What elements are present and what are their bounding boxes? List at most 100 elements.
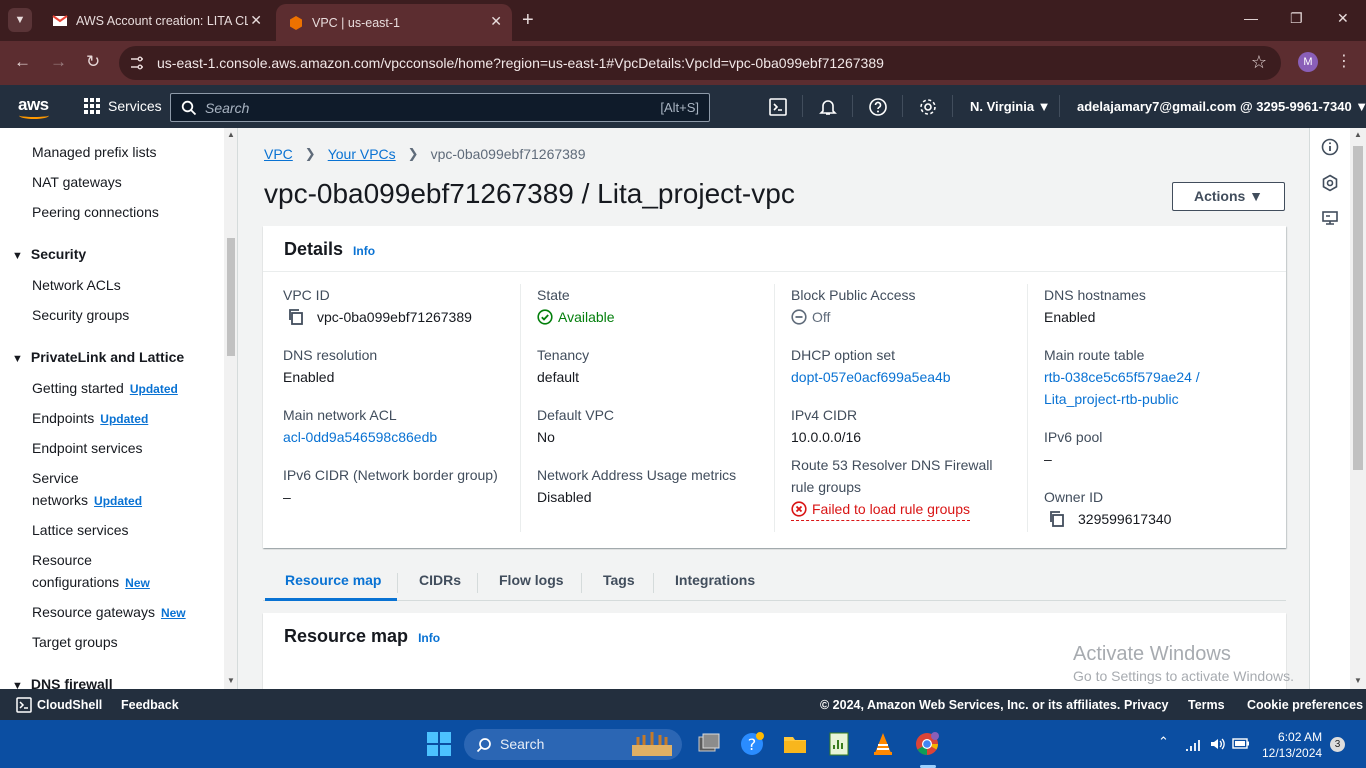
hexagon-settings-icon[interactable] — [1321, 174, 1339, 192]
windows-start-icon[interactable] — [426, 731, 452, 757]
wifi-signal-icon[interactable] — [1185, 737, 1201, 751]
privacy-link[interactable]: Privacy — [1124, 698, 1168, 712]
main-route-table-link-line1[interactable]: rtb-038ce5c65f579ae24 / — [1044, 366, 1200, 388]
file-explorer-icon[interactable] — [782, 731, 808, 757]
scroll-down-icon[interactable]: ▼ — [1354, 676, 1362, 685]
tab-integrations[interactable]: Integrations — [675, 572, 755, 588]
url-text: us-east-1.console.aws.amazon.com/vpccons… — [157, 55, 884, 71]
sidebar-item-network-acls[interactable]: Network ACLs — [32, 274, 121, 296]
sidebar-section-privatelink[interactable]: ▼ PrivateLink and Lattice — [12, 349, 184, 365]
notification-badge[interactable]: 3 — [1330, 737, 1345, 752]
profile-avatar[interactable]: M — [1298, 52, 1318, 72]
dhcp-option-set-link[interactable]: dopt-057e0acf699a5ea4b — [791, 366, 951, 388]
info-circle-icon[interactable] — [1321, 138, 1339, 156]
browser-menu-icon[interactable]: ⋮ — [1336, 51, 1352, 71]
copy-icon[interactable] — [287, 308, 305, 326]
get-help-icon[interactable]: ? — [739, 731, 765, 757]
windows-taskbar: Search ? ⌃ 6:02 AM 12/13/2024 3 — [0, 720, 1366, 768]
help-icon[interactable] — [868, 97, 888, 117]
account-menu[interactable]: adelajamary7@gmail.com @ 3295-9961-7340 … — [1077, 99, 1366, 114]
sidebar-item-peering-connections[interactable]: Peering connections — [32, 201, 159, 223]
sidebar-item-getting-started[interactable]: Getting started Updated — [32, 377, 178, 400]
sidebar-section-dns-firewall[interactable]: ▼ DNS firewall — [12, 676, 113, 689]
cloudshell-icon[interactable] — [768, 97, 788, 117]
battery-icon[interactable] — [1232, 737, 1250, 750]
section-title: PrivateLink and Lattice — [30, 349, 185, 365]
sidebar-scrollbar[interactable]: ▲ ▼ — [224, 128, 237, 689]
item-label-line1: Service — [32, 470, 79, 486]
bell-icon[interactable] — [818, 97, 838, 117]
cookie-preferences-link[interactable]: Cookie preferences — [1247, 698, 1363, 712]
tab-cidrs[interactable]: CIDRs — [419, 572, 461, 588]
actions-dropdown-button[interactable]: Actions ▼ — [1172, 182, 1285, 211]
close-window-icon[interactable]: ✕ — [1337, 10, 1349, 27]
resource-map-info-link[interactable]: Info — [418, 631, 440, 645]
sidebar-item-lattice-services[interactable]: Lattice services — [32, 519, 128, 541]
search-input[interactable] — [205, 98, 605, 118]
restore-icon[interactable]: ❐ — [1290, 10, 1303, 27]
new-tab-button[interactable]: + — [522, 9, 534, 31]
close-tab-icon[interactable]: ✕ — [250, 12, 262, 29]
cloudshell-link[interactable]: CloudShell — [37, 698, 102, 712]
sidebar-section-security[interactable]: ▼ Security — [12, 246, 86, 262]
close-tab-icon[interactable]: ✕ — [490, 13, 502, 30]
breadcrumb-your-vpcs-link[interactable]: Your VPCs — [328, 146, 396, 162]
spreadsheet-app-icon[interactable] — [826, 731, 852, 757]
task-view-icon[interactable] — [696, 731, 722, 757]
taskbar-search-box[interactable]: Search — [464, 729, 682, 760]
aws-logo[interactable]: aws — [18, 95, 49, 119]
r53-firewall-error[interactable]: Failed to load rule groups — [791, 498, 970, 521]
scroll-up-icon[interactable]: ▲ — [227, 130, 235, 139]
chrome-icon[interactable] — [914, 731, 940, 757]
tab-search-chevron-icon[interactable]: ▼ — [8, 8, 32, 32]
reload-icon[interactable]: ↻ — [86, 52, 100, 72]
main-network-acl-link[interactable]: acl-0dd9a546598c86edb — [283, 426, 437, 448]
sidebar-item-managed-prefix-lists[interactable]: Managed prefix lists — [32, 141, 157, 163]
forward-icon[interactable]: → — [50, 52, 67, 72]
section-title: Security — [30, 246, 87, 262]
scroll-down-icon[interactable]: ▼ — [227, 676, 235, 685]
bookmark-star-icon[interactable]: ☆ — [1251, 52, 1267, 73]
main-route-table-link-line2[interactable]: Lita_project-rtb-public — [1044, 388, 1200, 410]
sidebar-item-target-groups[interactable]: Target groups — [32, 631, 118, 653]
region-selector[interactable]: N. Virginia ▼ — [970, 99, 1051, 114]
sidebar-item-service-networks[interactable]: Service networks Updated — [32, 467, 142, 512]
feedback-link[interactable]: Feedback — [121, 698, 179, 712]
system-clock[interactable]: 6:02 AM 12/13/2024 — [1262, 729, 1322, 761]
browser-tab-vpc[interactable]: VPC | us-east-1 ✕ — [276, 4, 512, 41]
cloudshell-icon[interactable] — [16, 697, 32, 713]
sidebar-item-endpoints[interactable]: Endpoints Updated — [32, 407, 148, 430]
main-scroll-thumb[interactable] — [1353, 146, 1363, 470]
sidebar-item-nat-gateways[interactable]: NAT gateways — [32, 171, 122, 193]
tab-tags[interactable]: Tags — [603, 572, 635, 588]
sidebar-item-security-groups[interactable]: Security groups — [32, 304, 129, 326]
tab-flow-logs[interactable]: Flow logs — [499, 572, 564, 588]
scroll-up-icon[interactable]: ▲ — [1354, 130, 1362, 139]
gear-icon[interactable] — [918, 97, 938, 117]
sidebar-item-endpoint-services[interactable]: Endpoint services — [32, 437, 143, 459]
volume-icon[interactable] — [1209, 736, 1225, 752]
chevron-up-icon[interactable]: ⌃ — [1158, 734, 1169, 750]
main-scrollbar[interactable]: ▲ ▼ — [1350, 128, 1366, 689]
presentation-icon[interactable] — [1321, 210, 1339, 228]
tab-resource-map[interactable]: Resource map — [285, 572, 381, 588]
aws-top-nav: aws Services [Alt+S] N. Virginia ▼ adela… — [0, 85, 1366, 128]
back-icon[interactable]: ← — [14, 52, 31, 72]
minimize-icon[interactable]: — — [1244, 10, 1258, 26]
site-settings-icon[interactable] — [129, 55, 145, 71]
copy-icon[interactable] — [1048, 510, 1066, 528]
chevron-right-icon: ❯ — [304, 146, 316, 161]
services-menu-button[interactable]: Services — [84, 98, 162, 114]
caret-down-icon: ▼ — [12, 353, 23, 365]
sidebar-item-resource-configurations[interactable]: Resource configurations New — [32, 549, 150, 594]
sidebar-scroll-thumb[interactable] — [227, 238, 235, 356]
account-label: adelajamary7@gmail.com @ 3295-9961-7340 — [1077, 99, 1352, 114]
dns-hostnames-label: DNS hostnames — [1044, 287, 1146, 303]
terms-link[interactable]: Terms — [1188, 698, 1225, 712]
details-info-link[interactable]: Info — [353, 244, 375, 258]
breadcrumb-vpc-link[interactable]: VPC — [264, 146, 293, 162]
browser-tab-aws-account[interactable]: AWS Account creation: LITA CLOUD ✕ — [40, 0, 272, 41]
sidebar-item-resource-gateways[interactable]: Resource gateways New — [32, 601, 186, 624]
vlc-icon[interactable] — [870, 731, 896, 757]
address-bar[interactable]: us-east-1.console.aws.amazon.com/vpccons… — [119, 46, 1281, 80]
